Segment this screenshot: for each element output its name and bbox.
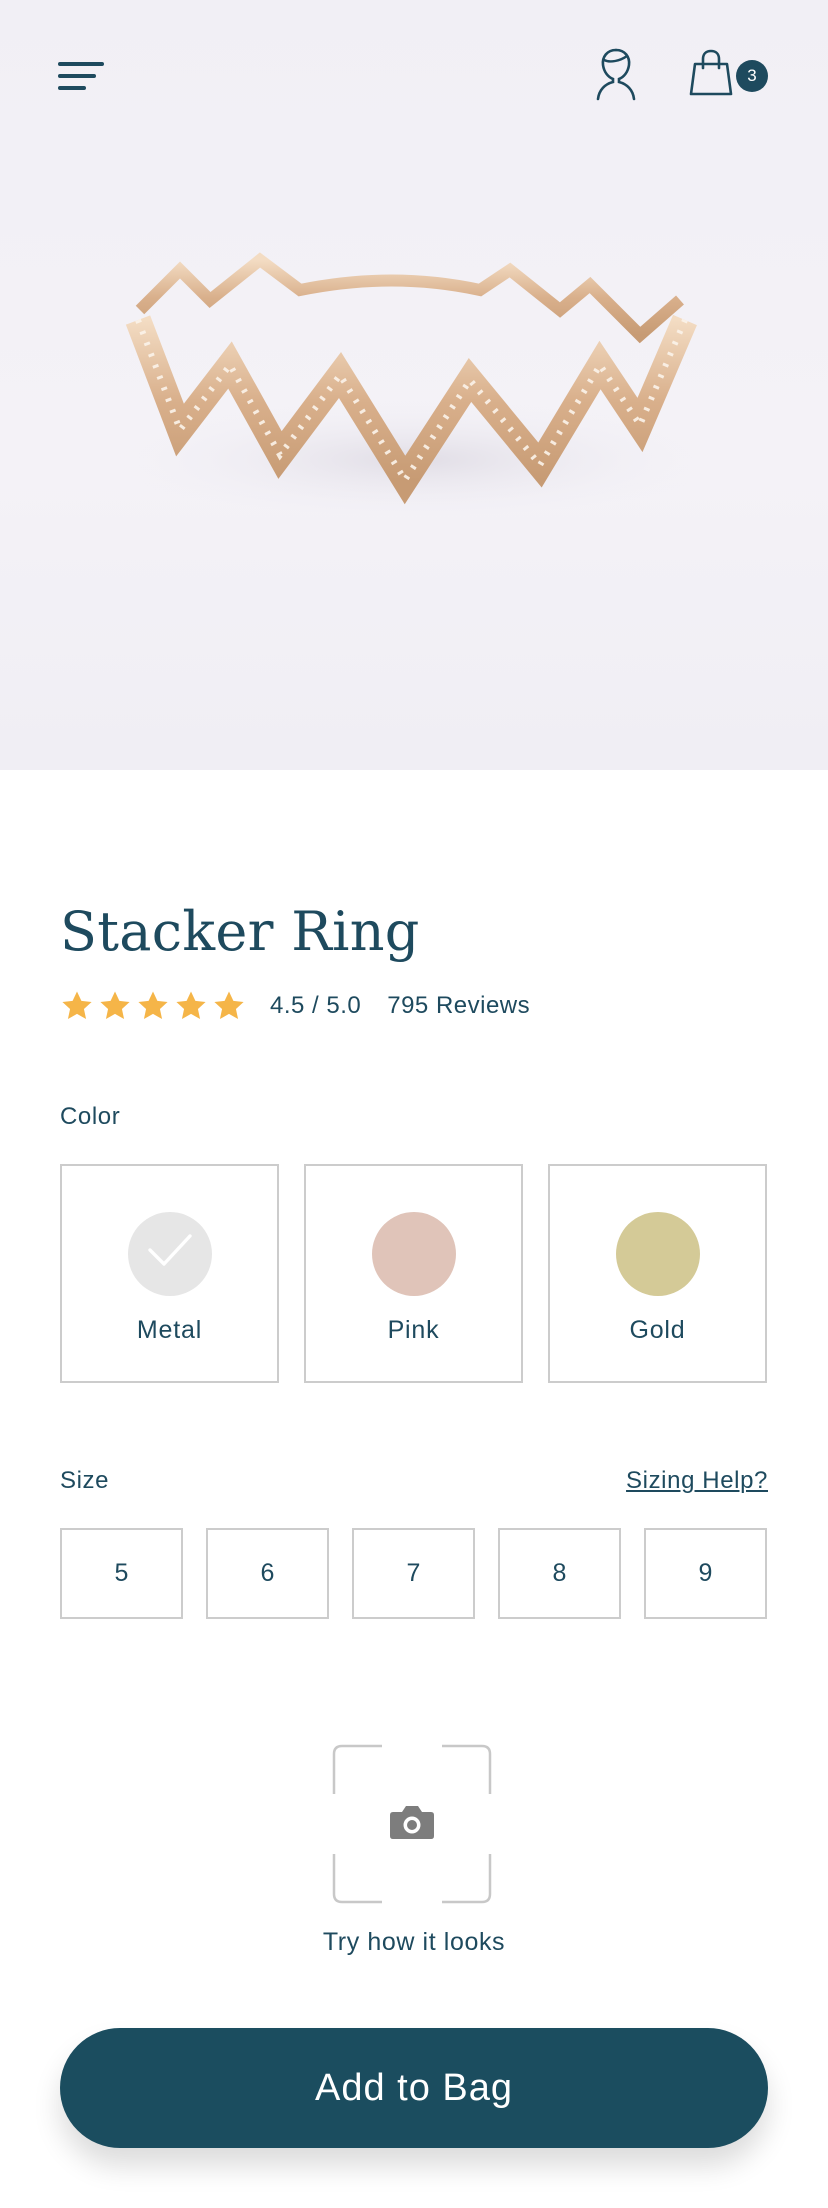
color-option-label: Gold — [629, 1316, 686, 1344]
metal-swatch — [128, 1212, 212, 1296]
size-options: 5 6 7 8 9 — [60, 1528, 767, 1619]
gold-swatch — [616, 1212, 700, 1296]
size-option-7[interactable]: 7 — [352, 1528, 475, 1619]
bag-count-badge: 3 — [736, 60, 768, 92]
camera-icon — [390, 1806, 434, 1839]
camera-frame-icon — [332, 1744, 492, 1904]
star-icon — [100, 991, 130, 1020]
hamburger-menu-icon[interactable] — [58, 58, 106, 98]
product-title: Stacker Ring — [60, 900, 420, 963]
color-option-metal[interactable]: Metal — [60, 1164, 279, 1383]
user-icon[interactable] — [594, 46, 638, 102]
shopping-bag-icon — [689, 49, 733, 96]
color-option-label: Metal — [136, 1316, 203, 1344]
color-section-label: Color — [60, 1103, 121, 1130]
product-rating: 4.5 / 5.0 795 Reviews — [60, 986, 530, 1026]
size-option-6[interactable]: 6 — [206, 1528, 329, 1619]
color-option-pink[interactable]: Pink — [304, 1164, 523, 1383]
star-icon — [62, 991, 92, 1020]
color-option-label: Pink — [387, 1316, 440, 1344]
size-option-5[interactable]: 5 — [60, 1528, 183, 1619]
rating-stars — [60, 989, 246, 1023]
zigzag-ring-image — [120, 252, 710, 520]
rating-value: 4.5 / 5.0 — [270, 992, 362, 1019]
size-option-8[interactable]: 8 — [498, 1528, 621, 1619]
star-icon — [214, 991, 244, 1020]
star-icon — [176, 991, 206, 1020]
color-options: Metal Pink Gold — [60, 1164, 767, 1383]
color-option-gold[interactable]: Gold — [548, 1164, 767, 1383]
reviews-link[interactable]: 795 Reviews — [387, 992, 530, 1020]
star-icon — [138, 991, 168, 1020]
size-option-9[interactable]: 9 — [644, 1528, 767, 1619]
pink-swatch — [372, 1212, 456, 1296]
check-icon — [148, 1234, 192, 1266]
sizing-help-link[interactable]: Sizing Help? — [626, 1467, 768, 1495]
add-to-bag-button[interactable]: Add to Bag — [60, 2028, 768, 2148]
size-section-label: Size — [60, 1467, 110, 1494]
try-on-button[interactable] — [332, 1744, 492, 1904]
product-hero: 3 — [0, 0, 828, 770]
shopping-bag-button[interactable]: 3 — [688, 48, 770, 104]
try-on-label: Try how it looks — [322, 1928, 506, 1956]
